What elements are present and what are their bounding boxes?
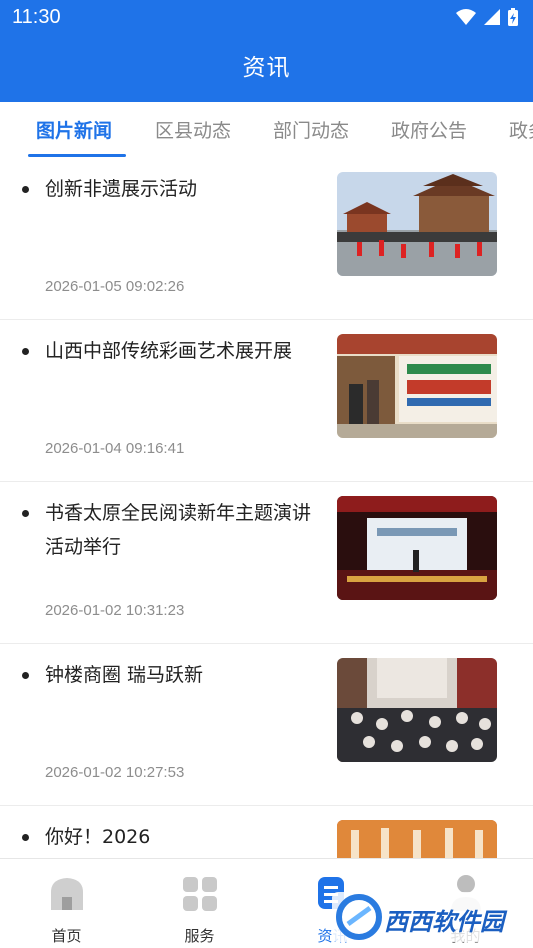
tab-department-news[interactable]: 部门动态 [273,116,349,143]
watermark-logo-icon [336,894,382,940]
news-thumbnail [337,172,497,276]
news-title: 创新非遗展示活动 [45,178,198,200]
news-date: 2026-01-05 09:02:26 [45,278,185,295]
nav-label: 服务 [184,927,215,945]
status-time: 11:30 [12,6,61,28]
news-item[interactable]: 山西中部传统彩画艺术展开展 2026-01-04 09:16:41 [0,320,533,482]
news-thumbnail [337,820,497,858]
news-date: 2026-01-02 10:31:23 [45,602,185,619]
watermark-text: 西西软件园 [384,908,504,936]
bullet-icon [22,672,29,679]
nav-label: 首页 [51,927,82,945]
news-list: 创新非遗展示活动 2026-01-05 09:02:26 山西中部传统彩画艺术展… [0,158,533,858]
tab-government-affairs[interactable]: 政务 [509,116,533,143]
watermark: 西西软件园 [332,892,532,942]
grid-icon [182,877,217,911]
tab-county-news[interactable]: 区县动态 [155,116,231,143]
news-title: 你好！2026 [45,826,151,848]
news-item[interactable]: 创新非遗展示活动 2026-01-05 09:02:26 [0,158,533,320]
wifi-icon [456,9,476,25]
news-thumbnail [337,496,497,600]
news-date: 2026-01-04 09:16:41 [45,440,185,457]
news-item[interactable]: 钟楼商圈 瑞马跃新 2026-01-02 10:27:53 [0,644,533,806]
category-tabs: 图片新闻 区县动态 部门动态 政府公告 政务 [0,102,533,158]
tab-government-notice[interactable]: 政府公告 [391,116,467,143]
news-title: 书香太原全民阅读新年主题演讲活动举行 [45,502,312,558]
nav-home[interactable]: 首页 [0,859,133,948]
news-title: 钟楼商圈 瑞马跃新 [45,664,204,686]
active-tab-indicator [28,154,126,157]
news-item[interactable]: 书香太原全民阅读新年主题演讲活动举行 2026-01-02 10:31:23 [0,482,533,644]
bullet-icon [22,834,29,841]
news-title: 山西中部传统彩画艺术展开展 [45,340,293,362]
status-icons [455,7,519,27]
news-thumbnail [337,334,497,438]
home-icon [50,878,83,910]
tab-picture-news[interactable]: 图片新闻 [36,116,112,143]
news-thumbnail [337,658,497,762]
bullet-icon [22,348,29,355]
bullet-icon [22,186,29,193]
news-date: 2026-01-02 10:27:53 [45,764,185,781]
bullet-icon [22,510,29,517]
app-header: 资讯 [0,36,533,102]
page-title: 资讯 [242,55,291,81]
news-item[interactable]: 你好！2026 [0,806,533,858]
battery-icon [508,8,518,26]
status-bar: 11:30 [0,0,533,36]
nav-service[interactable]: 服务 [133,859,266,948]
signal-icon [484,9,500,25]
